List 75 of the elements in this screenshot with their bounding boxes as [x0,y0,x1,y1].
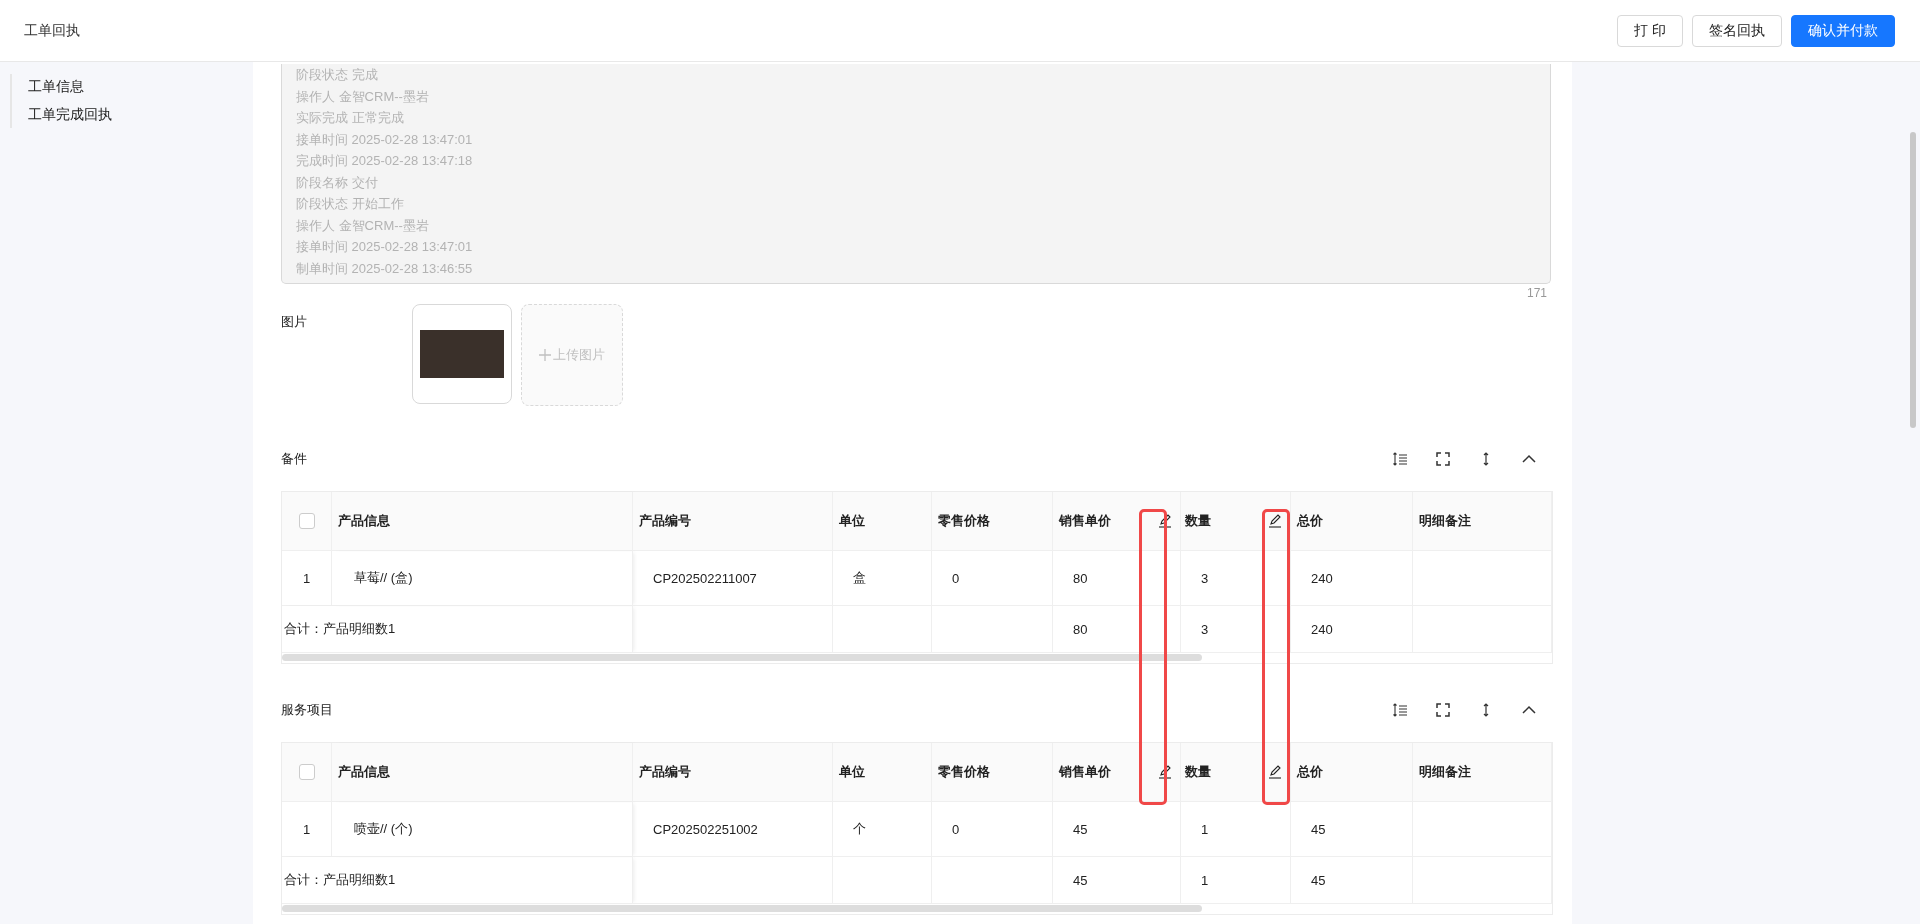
log-line: 接单时间 2025-02-28 13:47:01 [296,238,474,256]
plus-icon [539,349,551,361]
log-line: 操作人 金智CRM--墨岩 [296,216,430,235]
row-height-icon[interactable] [1392,702,1408,718]
table-cell: 240 [1311,570,1333,586]
section-title: 备件 [281,450,307,468]
checkbox[interactable] [298,513,315,529]
log-line: 阶段状态 开始工作 [296,195,405,213]
summary-label: 合计：产品明细数1 [284,620,396,638]
table-cell: 45 [1073,872,1088,888]
table-cell: 240 [1311,621,1333,637]
table-cell: 个 [853,820,866,838]
field-label: 图片 [281,313,308,331]
section-title: 服务项目 [281,701,333,719]
action-button[interactable]: 签名回执 [1692,14,1782,47]
column-header: 总价 [1297,763,1323,781]
table-cell: 1 [1201,872,1209,888]
edit-icon[interactable] [1158,514,1172,528]
table-cell: 3 [1201,570,1209,586]
table-cell: 盒 [853,569,866,587]
table-cell: 45 [1311,821,1326,837]
table-cell: 1 [1201,821,1209,837]
column-header: 数量 [1185,512,1211,530]
scrollbar-thumb[interactable] [282,905,1202,912]
log-line: 完成时间 2025-02-28 13:47:18 [296,152,474,170]
sidebar-item[interactable]: 工单完成回执 [28,106,253,124]
row-height-icon[interactable] [1392,451,1408,467]
column-header: 产品信息 [338,763,390,781]
table-cell: CP202502251002 [653,821,758,837]
scrollbar-thumb[interactable] [282,654,1202,661]
sidebar-item[interactable]: 工单信息 [28,78,253,96]
table-cell: CP202502211007 [653,570,757,586]
column-header: 销售单价 [1059,512,1111,530]
table-cell: 45 [1311,872,1326,888]
log-line: 阶段名称 交付 [296,173,379,192]
column-header: 明细备注 [1419,763,1471,781]
column-header: 销售单价 [1059,763,1111,781]
column-header: 明细备注 [1419,512,1471,530]
column-header: 单位 [839,763,865,781]
row-number: 1 [302,570,311,586]
table-cell: 草莓// (盒) [354,569,413,587]
fullscreen-icon[interactable] [1435,702,1451,718]
log-line: 制单时间 2025-02-28 13:46:55 [296,259,474,278]
log-line: 接单时间 2025-02-28 13:47:01 [296,130,474,149]
column-header: 数量 [1185,763,1211,781]
log-line: 操作人 金智CRM--墨岩 [296,87,430,106]
log-line: 阶段状态 完成 [296,66,379,84]
table-cell: 45 [1073,821,1088,837]
table-cell: 0 [952,821,960,837]
column-header: 零售价格 [938,763,990,781]
column-header: 零售价格 [938,512,990,530]
summary-label: 合计：产品明细数1 [284,871,396,889]
column-header: 产品编号 [639,512,691,530]
image-card[interactable] [412,304,512,404]
edit-icon[interactable] [1268,765,1282,779]
row-number: 1 [302,821,311,837]
table-cell: 喷壶// (个) [354,820,413,838]
edit-icon[interactable] [1268,514,1282,528]
page-title: 工单回执 [24,21,80,40]
column-header: 产品信息 [338,512,390,530]
table-cell: 80 [1073,570,1088,586]
column-header: 产品编号 [639,763,691,781]
edit-icon[interactable] [1158,765,1172,779]
column-header: 单位 [839,512,865,530]
table-cell: 80 [1073,621,1088,637]
checkbox[interactable] [298,764,315,780]
action-button[interactable]: 确认并付款 [1791,14,1895,47]
scrollbar-thumb[interactable] [1910,132,1916,428]
table-cell: 0 [952,570,960,586]
fullscreen-icon[interactable] [1435,451,1451,467]
column-header: 总价 [1297,512,1323,530]
log-line: 实际完成 正常完成 [296,109,405,127]
character-count: 171 [1526,286,1547,300]
table-cell: 3 [1201,621,1209,637]
action-button[interactable]: 打 印 [1617,14,1683,47]
